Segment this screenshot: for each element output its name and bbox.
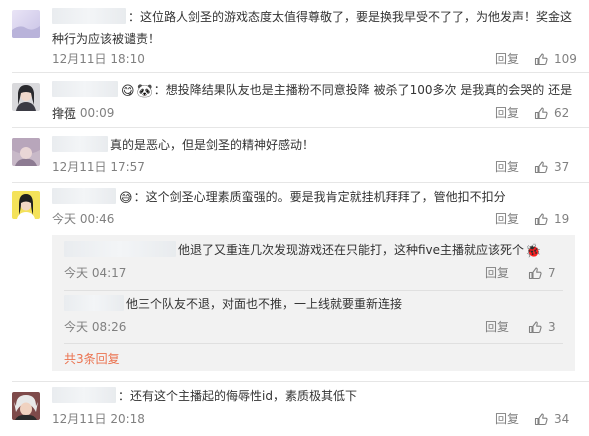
- like-count: 7: [548, 266, 556, 280]
- reply-text: 他三个队友不退，对面也不推，一上线就要重新连接: [64, 294, 563, 314]
- like-button[interactable]: 3: [528, 319, 556, 335]
- comment-item: 真的是恶心，但是剑圣的精神好感动！ 12月11日 17:57 回复 37: [0, 128, 589, 182]
- panda-emoji-icon: 🐼: [136, 84, 153, 99]
- like-button[interactable]: 7: [528, 265, 556, 281]
- reply-text: 他退了又重连几次发现游戏还在只能打，这种five主播就应该死个🐞: [64, 240, 563, 262]
- replies-box: 他退了又重连几次发现游戏还在只能打，这种five主播就应该死个🐞 今天 04:1…: [52, 235, 575, 371]
- reply-time: 今天 08:26: [64, 320, 127, 334]
- thumbs-up-icon: [534, 213, 548, 226]
- like-count: 109: [554, 52, 577, 66]
- comment-item: ：这位路人剑圣的游戏态度太值得尊敬了，要是换我早受不了了，为他发声！奖金这种行为…: [0, 0, 589, 72]
- username-link[interactable]: [64, 295, 124, 311]
- thumbs-up-icon: [528, 267, 542, 280]
- like-button[interactable]: 34: [534, 411, 569, 427]
- avatar[interactable]: [12, 10, 40, 38]
- like-button[interactable]: 37: [534, 159, 569, 175]
- like-count: 34: [554, 412, 570, 426]
- like-count: 3: [548, 320, 556, 334]
- reply-button[interactable]: 回复: [495, 51, 519, 67]
- comment-time: 12月11日 18:10: [52, 52, 145, 66]
- beetle-emoji-icon: 🐞: [525, 244, 542, 259]
- avatar[interactable]: [12, 83, 40, 111]
- username-link[interactable]: [52, 387, 116, 403]
- thumbs-up-icon: [534, 413, 548, 426]
- face-emoji-icon: 😋: [121, 84, 135, 99]
- avatar[interactable]: [12, 138, 40, 166]
- divider: [64, 343, 563, 344]
- comment-item: ：还有这个主播起的侮辱性id，素质极其低下 12月11日 20:18 回复 34: [0, 382, 589, 436]
- reply-button[interactable]: 回复: [495, 411, 519, 427]
- comment-item: 😅：这个剑圣心理素质蛮强的。要是我肯定就挂机拜拜了，管他扣不扣分 今天 00:4…: [0, 183, 589, 381]
- thumbs-up-icon: [528, 321, 542, 334]
- comment-time: 12月11日 20:18: [52, 412, 145, 426]
- username-link[interactable]: [64, 241, 176, 257]
- reply-time: 今天 04:17: [64, 266, 127, 280]
- face-emoji-icon: 😅: [119, 191, 133, 206]
- thumbs-up-icon: [534, 53, 548, 66]
- avatar[interactable]: [12, 392, 40, 420]
- username-link[interactable]: [52, 188, 116, 204]
- comment-time: 12月11日 17:57: [52, 160, 145, 174]
- like-count: 19: [554, 212, 570, 226]
- comment-text: ：这位路人剑圣的游戏态度太值得尊敬了，要是换我早受不了了，为他发声！奖金这种行为…: [52, 8, 573, 46]
- reply-button[interactable]: 回复: [495, 211, 519, 227]
- thumbs-up-icon: [534, 161, 548, 174]
- comment-text: ：还有这个主播起的侮辱性id，素质极其低下: [52, 385, 575, 407]
- reply-button[interactable]: 回复: [495, 105, 519, 121]
- thumbs-up-icon: [534, 107, 548, 120]
- comment-text: 真的是恶心，但是剑圣的精神好感动！: [52, 134, 575, 156]
- like-button[interactable]: 19: [534, 211, 569, 227]
- comment-time: 今天 00:46: [52, 212, 115, 226]
- view-all-replies-link[interactable]: 共3条回复: [64, 351, 120, 367]
- like-button[interactable]: 109: [534, 51, 577, 67]
- avatar[interactable]: [12, 191, 40, 219]
- like-count: 62: [554, 106, 570, 120]
- comment-time: 今天 00:09: [52, 106, 115, 120]
- like-button[interactable]: 62: [534, 105, 569, 121]
- username-link[interactable]: [52, 81, 118, 97]
- reply-button[interactable]: 回复: [485, 265, 509, 281]
- comment-text: 😅：这个剑圣心理素质蛮强的。要是我肯定就挂机拜拜了，管他扣不扣分: [52, 186, 575, 210]
- divider: [64, 290, 563, 291]
- reply-button[interactable]: 回复: [495, 159, 519, 175]
- like-count: 37: [554, 160, 570, 174]
- username-link[interactable]: [52, 136, 108, 152]
- reply-button[interactable]: 回复: [485, 319, 509, 335]
- comment-item: 😋 🐼：想投降结果队友也是主播粉不同意投降 被杀了100多次 是我真的会哭的 还是…: [0, 73, 589, 127]
- username-link[interactable]: [52, 8, 126, 24]
